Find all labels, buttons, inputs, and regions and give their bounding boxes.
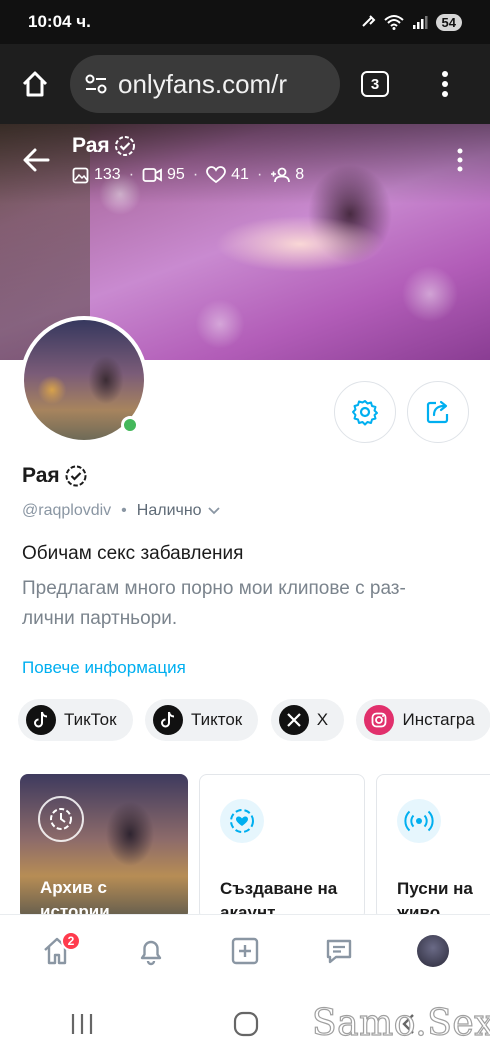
likes-stat: 41 bbox=[206, 166, 249, 184]
availability-dropdown[interactable]: Налично bbox=[137, 502, 220, 520]
bio-text: Предлагам много порно мои клипове с раз-… bbox=[22, 578, 406, 629]
browser-toolbar: onlyfans.com/r 3 bbox=[0, 44, 490, 124]
photos-stat: 133 bbox=[72, 166, 121, 184]
cover-stats: 133 · 95 · 41 · 8 bbox=[72, 166, 304, 184]
social-chip-label: X bbox=[316, 710, 329, 729]
back-arrow-icon[interactable] bbox=[22, 146, 50, 174]
social-chip-tiktok[interactable]: ТикТок bbox=[18, 699, 133, 741]
nav-add-post[interactable] bbox=[215, 921, 275, 981]
status-icons: 54 bbox=[360, 13, 462, 31]
online-status-indicator bbox=[121, 416, 139, 434]
recent-apps-icon[interactable] bbox=[69, 1012, 95, 1036]
fans-count: 8 bbox=[295, 166, 305, 183]
tiktok-icon bbox=[152, 705, 183, 735]
more-info-link[interactable]: Повече информация bbox=[22, 658, 186, 678]
social-chip-instagram[interactable]: Инстагра bbox=[356, 699, 490, 741]
wifi-icon bbox=[383, 15, 404, 30]
profile-name: Рая bbox=[22, 464, 88, 488]
cover-name-text: Рая bbox=[72, 134, 110, 157]
fans-stat: 8 bbox=[270, 166, 304, 184]
verified-icon bbox=[65, 465, 87, 487]
history-icon bbox=[38, 796, 84, 842]
cover-name: Рая bbox=[72, 134, 136, 158]
more-vertical-icon[interactable] bbox=[452, 148, 468, 172]
image-icon bbox=[72, 167, 89, 183]
chevron-down-icon bbox=[207, 507, 220, 515]
browser-menu-button[interactable] bbox=[410, 44, 480, 124]
tiktok-icon bbox=[26, 705, 56, 735]
photos-count: 133 bbox=[94, 166, 121, 183]
nav-home[interactable]: 2 bbox=[27, 921, 87, 981]
videos-stat: 95 bbox=[142, 166, 185, 184]
fans-icon bbox=[271, 167, 291, 183]
plus-square-icon bbox=[231, 937, 259, 964]
tabs-button[interactable]: 3 bbox=[340, 44, 410, 124]
home-button[interactable] bbox=[0, 44, 70, 124]
separator-dot: · bbox=[128, 166, 135, 183]
gear-icon bbox=[352, 400, 378, 426]
tab-count: 3 bbox=[361, 71, 389, 97]
bottom-navigation: 2 bbox=[0, 914, 490, 986]
verified-icon bbox=[114, 136, 135, 156]
mute-icon bbox=[361, 15, 375, 27]
video-icon bbox=[142, 168, 162, 182]
nav-messages[interactable] bbox=[309, 921, 369, 981]
broadcast-icon bbox=[397, 799, 441, 843]
social-chip-x[interactable]: X bbox=[270, 699, 345, 741]
create-account-icon bbox=[220, 799, 264, 843]
heart-icon bbox=[206, 166, 227, 184]
likes-count: 41 bbox=[231, 166, 249, 183]
separator-dot: · bbox=[192, 166, 199, 183]
share-profile-button[interactable] bbox=[407, 381, 469, 443]
url-text[interactable]: onlyfans.com/r bbox=[118, 69, 287, 100]
share-icon bbox=[426, 400, 449, 424]
status-time: 10:04 ч. bbox=[28, 12, 91, 31]
more-vertical-icon bbox=[442, 71, 448, 97]
social-chip-label: ТикТок bbox=[64, 710, 117, 729]
social-chip-tiktok[interactable]: Тикток bbox=[144, 699, 259, 741]
bio-title: Обичам секс забавления bbox=[22, 543, 244, 564]
message-icon bbox=[326, 939, 352, 963]
profile-settings-button[interactable] bbox=[334, 381, 396, 443]
videos-count: 95 bbox=[167, 166, 185, 183]
site-settings-icon[interactable] bbox=[84, 73, 108, 95]
bio-fade bbox=[22, 630, 472, 650]
social-chip-label: Инстагра bbox=[402, 710, 475, 729]
system-home-icon[interactable] bbox=[232, 1010, 260, 1038]
signal-icon bbox=[412, 16, 428, 29]
separator-dot: · bbox=[256, 166, 263, 183]
separator-dot: • bbox=[121, 502, 127, 519]
profile-handle: @raqplovdiv bbox=[22, 502, 112, 519]
watermark: Samo.Sex bbox=[311, 1002, 490, 1044]
profile-handle-row: @raqplovdiv • Налично bbox=[22, 502, 220, 520]
status-bar: 10:04 ч. 54 bbox=[0, 0, 490, 44]
go-live-card[interactable]: Пусни на живо bbox=[376, 774, 490, 920]
create-account-card[interactable]: Създаване на акаунт bbox=[199, 774, 365, 920]
battery-indicator: 54 bbox=[435, 13, 462, 31]
nav-notifications[interactable] bbox=[121, 921, 181, 981]
social-chip-label: Тикток bbox=[190, 710, 243, 729]
social-links: ТикТок Тикток X Инстагра bbox=[18, 699, 490, 743]
profile-avatar-icon bbox=[417, 934, 449, 967]
availability-status: Налично bbox=[136, 502, 202, 519]
instagram-icon bbox=[364, 705, 395, 735]
home-icon bbox=[22, 71, 48, 97]
home-badge: 2 bbox=[61, 930, 81, 951]
x-icon bbox=[278, 705, 309, 735]
story-archive-card[interactable]: Архив с истории bbox=[20, 774, 188, 920]
profile-name-text: Рая bbox=[22, 464, 60, 487]
address-bar[interactable]: onlyfans.com/r bbox=[70, 55, 340, 113]
nav-profile[interactable] bbox=[403, 921, 463, 981]
bell-icon bbox=[140, 940, 162, 965]
